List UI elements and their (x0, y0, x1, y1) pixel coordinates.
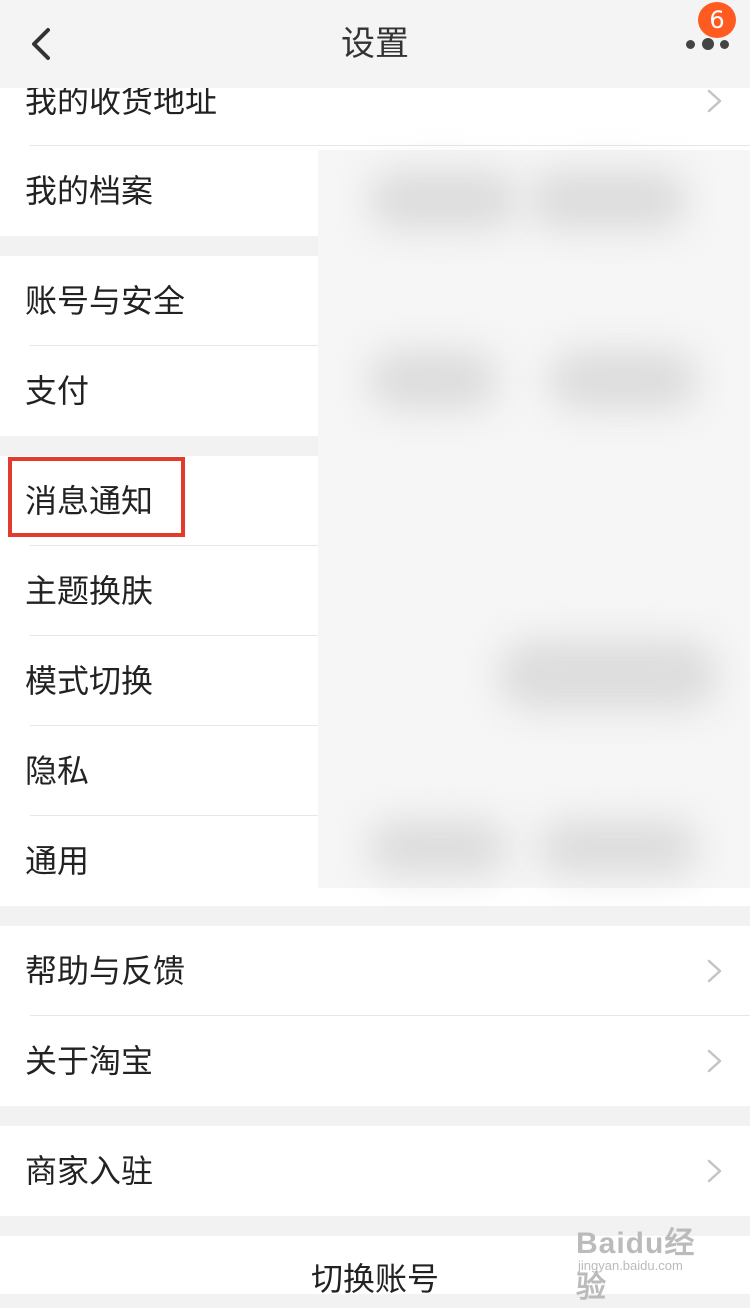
settings-item-label: 通用 (25, 842, 90, 880)
settings-item-label: 我的档案 (25, 172, 154, 210)
blur-shape (548, 350, 698, 410)
chevron-right-icon (707, 1049, 722, 1073)
dot-icon (686, 40, 695, 49)
settings-item-label: 关于淘宝 (25, 1042, 154, 1080)
settings-item-label: 商家入驻 (25, 1152, 154, 1190)
settings-item-help-feedback[interactable]: 帮助与反馈 (0, 926, 750, 1016)
settings-item-about-taobao[interactable]: 关于淘宝 (0, 1016, 750, 1106)
blurred-region (318, 150, 750, 888)
blur-shape (368, 820, 508, 875)
settings-item-label: 模式切换 (25, 662, 154, 700)
settings-item-merchant-join[interactable]: 商家入驻 (0, 1126, 750, 1216)
chevron-right-icon (707, 89, 722, 113)
top-nav-bar: 设置 6 (0, 0, 750, 88)
blur-shape (528, 170, 688, 230)
settings-item-label: 隐私 (25, 752, 90, 790)
dot-icon (720, 40, 729, 49)
blur-shape (498, 640, 718, 710)
settings-item-label: 账号与安全 (25, 282, 186, 320)
settings-item-label: 主题换肤 (25, 572, 154, 610)
notification-badge: 6 (698, 2, 736, 38)
settings-item-label: 支付 (25, 372, 90, 410)
settings-item-label: 帮助与反馈 (25, 952, 186, 990)
chevron-right-icon (707, 959, 722, 983)
chevron-right-icon (707, 1159, 722, 1183)
baidu-watermark-logo: Baidu经验 jingyan.baidu.com (574, 1212, 724, 1304)
blur-shape (368, 350, 498, 410)
dot-icon (702, 38, 714, 50)
watermark-url: jingyan.baidu.com (578, 1258, 683, 1273)
blur-shape (368, 170, 518, 230)
blur-shape (538, 820, 698, 875)
annotation-highlight-box (8, 457, 185, 537)
page-title: 设置 (341, 24, 409, 64)
